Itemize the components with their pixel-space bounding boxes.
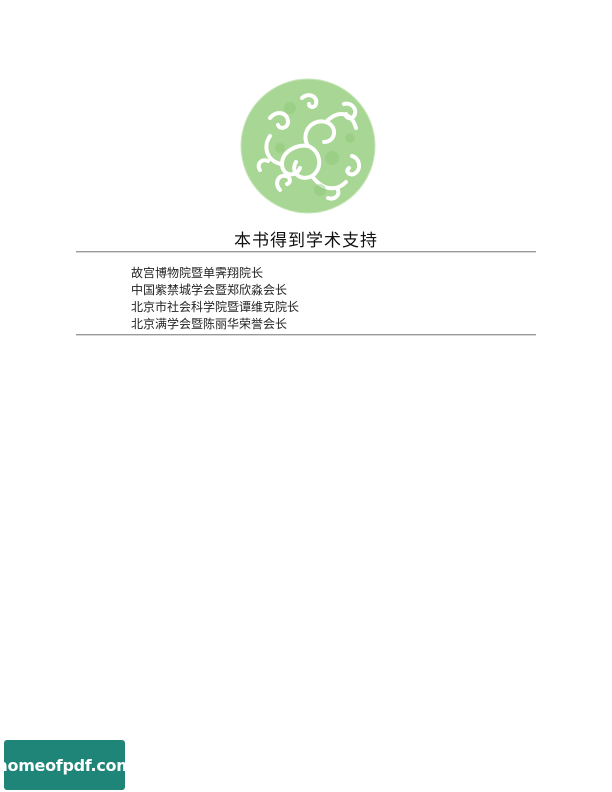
page-heading: 本书得到学术支持 [234, 231, 378, 251]
watermark-text: homeofpdf.com [0, 755, 133, 775]
supporter-item: 北京满学会暨陈丽华荣誉会长 [131, 317, 288, 331]
watermark-badge[interactable]: homeofpdf.com [0, 740, 133, 790]
supporter-item: 北京市社会科学院暨谭维克院长 [131, 300, 300, 314]
cloud-scroll-emblem-icon [240, 78, 376, 214]
supporter-item: 故宫博物院暨单霁翔院长 [131, 266, 264, 280]
top-divider [76, 251, 536, 252]
bottom-divider [76, 334, 536, 335]
supporter-item: 中国紫禁城学会暨郑欣淼会长 [131, 283, 288, 297]
supporter-list: 故宫博物院暨单霁翔院长 中国紫禁城学会暨郑欣淼会长 北京市社会科学院暨谭维克院长… [131, 265, 299, 333]
